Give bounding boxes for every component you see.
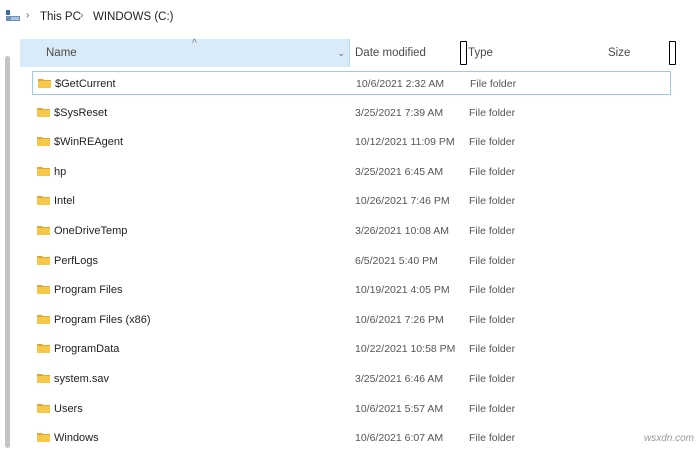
this-pc-icon[interactable] (6, 10, 20, 22)
folder-icon (37, 226, 50, 235)
column-header-date-label: Date modified (355, 47, 426, 59)
folder-icon (37, 137, 50, 147)
file-row[interactable]: Program Files (x86) 10/6/2021 7:26 PM File… (32, 308, 671, 332)
file-type: File folder (469, 225, 516, 237)
file-date-modified: 10/19/2021 4:05 PM (355, 284, 450, 297)
file-date-modified: 10/12/2021 11:09 PM (355, 136, 455, 149)
file-date-modified: 10/6/2021 6:07 AM (355, 432, 444, 445)
folder-icon (37, 166, 50, 176)
column-header-row: Name ^ ⌄ Date modified Type Size (18, 38, 690, 67)
sort-ascending-icon: ^ (192, 38, 197, 49)
file-type: File folder (469, 343, 516, 356)
folder-icon (37, 344, 50, 354)
column-header-name-label: Name (46, 47, 77, 59)
column-header-date-modified[interactable]: Date modified (355, 39, 426, 67)
file-row[interactable]: Windows 10/6/2021 6:07 AM File folder (32, 426, 671, 450)
file-date-modified: 10/6/2021 2:32 AM (356, 78, 445, 90)
file-date-modified: 3/25/2021 6:46 AM (355, 373, 444, 385)
address-breadcrumb-bar: › This PC › WINDOWS (C:) (0, 0, 700, 34)
file-date-modified: 3/25/2021 7:39 AM (355, 106, 444, 119)
breadcrumb-windows-c[interactable]: WINDOWS (C:) (93, 11, 173, 23)
file-type: File folder (469, 254, 516, 267)
file-type: File folder (469, 284, 516, 297)
navigation-pane-scrollbar[interactable] (5, 56, 10, 448)
breadcrumb-this-pc[interactable]: This PC (40, 11, 81, 23)
file-type: File folder (469, 136, 516, 149)
folder-icon (37, 196, 50, 206)
folder-icon (38, 79, 51, 88)
file-row[interactable]: Users 10/6/2021 5:57 AM File folder (32, 397, 671, 421)
file-type: File folder (470, 78, 517, 90)
folder-icon (37, 314, 50, 324)
file-date-modified: 3/26/2021 10:08 AM (355, 225, 449, 237)
file-name[interactable]: Program Files (x86) (54, 308, 151, 332)
file-name[interactable]: ProgramData (54, 337, 119, 361)
file-name[interactable]: Intel (54, 189, 75, 213)
file-date-modified: 6/5/2021 5:40 PM (355, 254, 438, 267)
folder-icon (37, 433, 50, 443)
file-date-modified: 10/26/2021 7:46 PM (355, 195, 450, 208)
file-type: File folder (469, 106, 516, 119)
folder-icon (37, 285, 50, 295)
file-name[interactable]: PerfLogs (54, 249, 98, 273)
chevron-down-icon[interactable]: ⌄ (337, 39, 345, 67)
file-date-modified: 10/22/2021 10:58 PM (355, 343, 456, 356)
folder-icon (37, 403, 50, 413)
file-type: File folder (469, 373, 516, 385)
column-header-name[interactable]: Name ^ ⌄ (20, 38, 350, 67)
file-type: File folder (469, 165, 516, 178)
file-row[interactable]: system.sav 3/25/2021 6:46 AM File folder (32, 367, 671, 391)
file-row[interactable]: hp 3/25/2021 6:45 AM File folder (32, 160, 671, 184)
file-name[interactable]: $SysReset (54, 101, 107, 125)
file-name[interactable]: system.sav (54, 367, 109, 391)
file-name[interactable]: Program Files (54, 278, 122, 302)
file-type: File folder (469, 402, 516, 415)
file-type: File folder (469, 313, 516, 326)
column-header-type[interactable]: Type (468, 39, 493, 67)
column-header-type-label: Type (468, 47, 493, 59)
folder-icon (37, 107, 50, 117)
file-row[interactable]: $SysReset 3/25/2021 7:39 AM File folder (32, 101, 671, 125)
file-row[interactable]: $WinREAgent 10/12/2021 11:09 PM File folde… (32, 130, 671, 154)
column-header-size[interactable]: Size (608, 39, 630, 67)
file-row[interactable]: Intel 10/26/2021 7:46 PM File folder (32, 189, 671, 213)
file-row[interactable]: OneDriveTemp 3/26/2021 10:08 AM File folde… (32, 219, 671, 243)
file-type: File folder (469, 195, 516, 208)
file-name[interactable]: hp (54, 160, 66, 184)
file-name[interactable]: OneDriveTemp (54, 219, 127, 243)
watermark-text: wsxdn.com (643, 433, 694, 444)
column-resize-handle-date[interactable] (460, 41, 467, 65)
breadcrumb-separator[interactable]: › (80, 10, 83, 21)
file-row[interactable]: ProgramData 10/22/2021 10:58 PM File folde… (32, 337, 671, 361)
file-row[interactable]: $GetCurrent 10/6/2021 2:32 AM File folder (32, 71, 671, 95)
file-date-modified: 3/25/2021 6:45 AM (355, 165, 444, 178)
column-header-size-label: Size (608, 47, 631, 59)
file-row[interactable]: PerfLogs 6/5/2021 5:40 PM File folder (32, 249, 671, 273)
folder-icon (37, 374, 50, 383)
column-resize-handle-size[interactable] (669, 41, 676, 65)
file-date-modified: 10/6/2021 7:26 PM (355, 313, 444, 326)
file-name[interactable]: $GetCurrent (55, 72, 116, 96)
file-row[interactable]: Program Files 10/19/2021 4:05 PM File fold… (32, 278, 671, 302)
file-date-modified: 10/6/2021 5:57 AM (355, 402, 444, 415)
file-name[interactable]: Windows (54, 426, 99, 450)
folder-icon (37, 255, 50, 265)
file-name[interactable]: Users (54, 397, 83, 421)
breadcrumb-separator[interactable]: › (26, 10, 29, 21)
file-type: File folder (469, 432, 516, 445)
file-name[interactable]: $WinREAgent (54, 130, 123, 154)
